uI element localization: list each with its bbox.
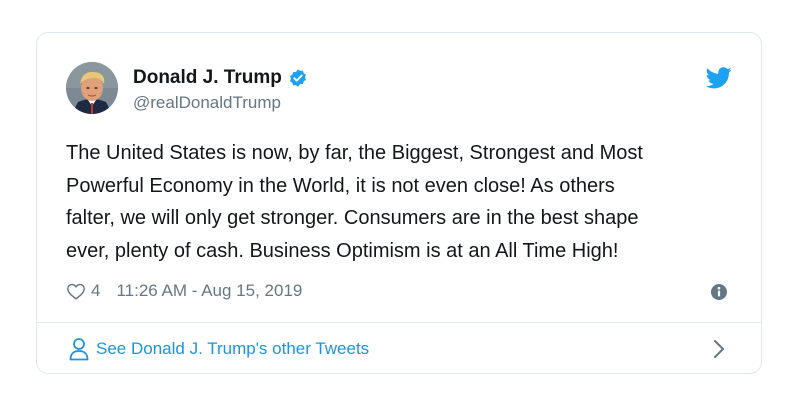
chevron-right-icon — [714, 340, 724, 358]
verified-badge-icon — [289, 69, 306, 87]
author-handle[interactable]: @realDonaldTrump — [133, 93, 281, 113]
like-count: 4 — [91, 281, 101, 300]
see-other-tweets-link[interactable]: See Donald J. Trump's other Tweets — [37, 323, 761, 374]
person-icon — [69, 337, 89, 360]
info-icon[interactable] — [710, 283, 728, 301]
heart-icon[interactable] — [66, 282, 86, 300]
embedded-tweet-card: Donald J. Trump @realDonaldTrump The Uni… — [36, 32, 762, 374]
see-other-tweets-label: See Donald J. Trump's other Tweets — [96, 338, 370, 358]
tweet-timestamp[interactable]: 11:26 AM - Aug 15, 2019 — [116, 281, 302, 301]
author-row: Donald J. Trump — [133, 67, 308, 89]
twitter-bird-icon[interactable] — [706, 67, 732, 89]
author-name[interactable]: Donald J. Trump — [133, 67, 282, 89]
tweet-text: The United States is now, by far, the Bi… — [66, 142, 643, 262]
avatar[interactable] — [66, 62, 118, 114]
tweet-meta: 4 11:26 AM - Aug 15, 2019 — [66, 281, 302, 301]
